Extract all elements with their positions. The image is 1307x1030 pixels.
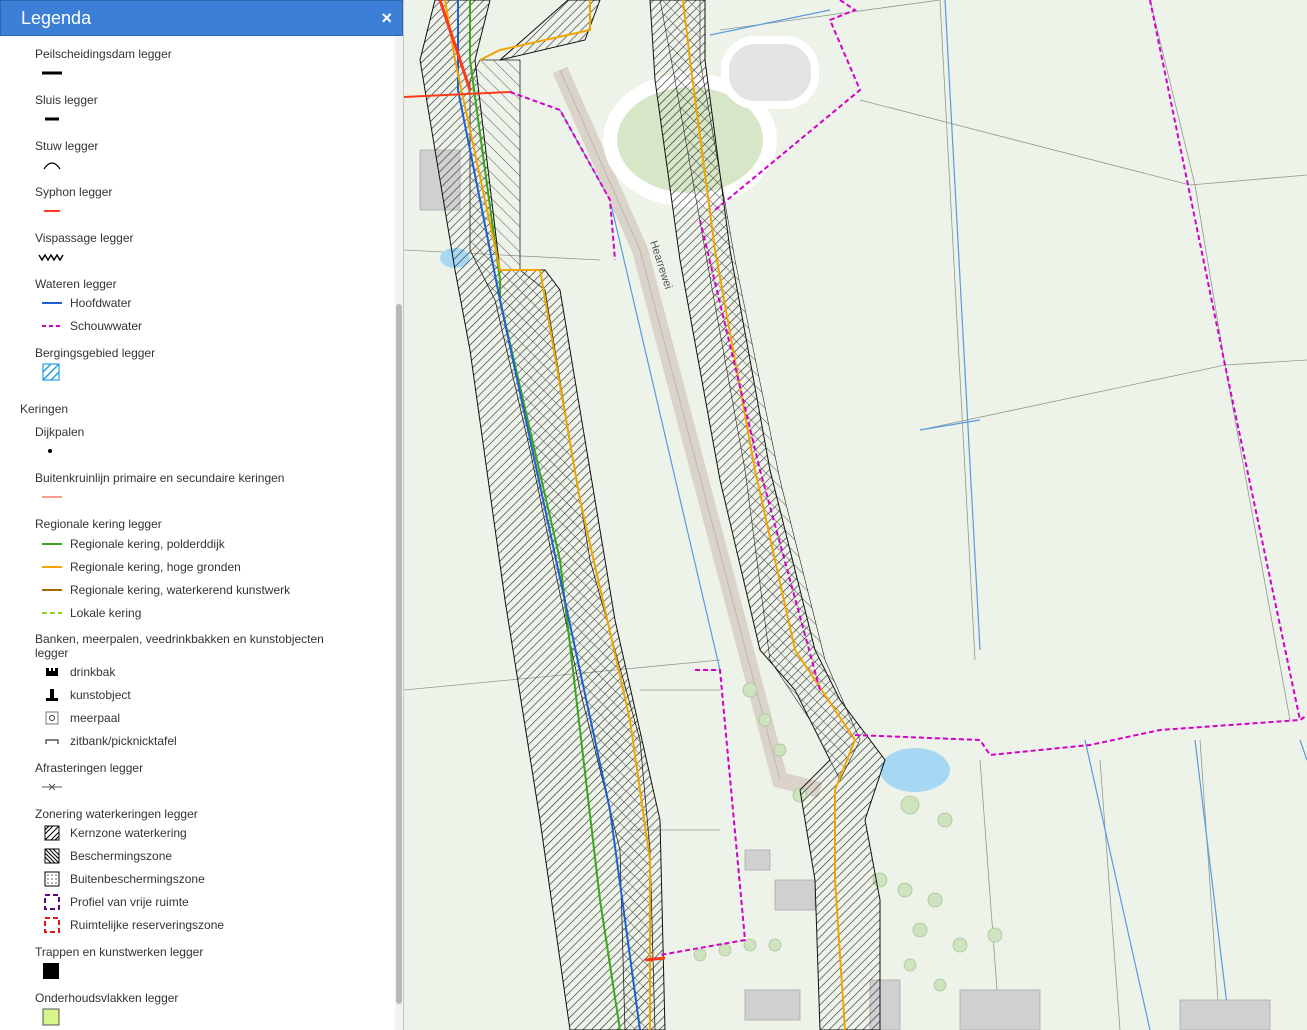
orange-line-icon <box>42 566 62 568</box>
drinkbak-icon <box>46 668 58 676</box>
layer-syphon: Syphon legger <box>35 185 113 199</box>
blue-line-icon <box>42 302 62 304</box>
layer-zonering: Zonering waterkeringen legger <box>35 807 198 821</box>
legend-item-label: Regionale kering, hoge gronden <box>70 560 241 574</box>
hatch-back-icon <box>44 848 60 864</box>
syphon-symbol-icon <box>44 210 60 212</box>
legend-item-meerpaal: meerpaal <box>42 709 120 727</box>
legend-item-schouwwater: Schouwwater <box>42 317 142 335</box>
legend-item-label: Kernzone waterkering <box>70 826 187 840</box>
berging-hatch-icon <box>42 363 60 381</box>
layer-peilscheidingsdam: Peilscheidingsdam legger <box>35 47 172 61</box>
legend-item-label: meerpaal <box>70 711 121 725</box>
layer-dijkpalen: Dijkpalen <box>35 425 85 439</box>
purple-dashed-square-icon <box>44 894 60 910</box>
legend-item-polderdijk: Regionale kering, polderddijk <box>42 535 225 553</box>
legend-panel: Legenda × Peilscheidingsdam legger Sluis… <box>0 0 404 1030</box>
legend-item-lokale-kering: Lokale kering <box>42 604 141 622</box>
legend-item-waterkerend-kunstwerk: Regionale kering, waterkerend kunstwerk <box>42 581 290 599</box>
close-button[interactable]: × <box>381 9 392 27</box>
layer-stuw: Stuw legger <box>35 139 99 153</box>
legend-title: Legenda <box>21 7 92 28</box>
layer-afrasteringen: Afrasteringen legger <box>35 761 144 775</box>
legend-item-hoofdwater: Hoofdwater <box>42 294 131 312</box>
red-thin-line-icon <box>42 496 62 498</box>
fence-icon <box>42 783 62 791</box>
legend-item-kunstobject: kunstobject <box>42 686 131 704</box>
legend-item-label: Lokale kering <box>70 606 142 620</box>
legend-body[interactable]: Peilscheidingsdam legger Sluis legger St… <box>0 36 396 1030</box>
legend-item-label: Regionale kering, polderddijk <box>70 537 225 551</box>
legend-item-label: Ruimtelijke reserveringszone <box>70 918 225 932</box>
legend-item-label: kunstobject <box>70 688 131 702</box>
sluis-symbol-icon <box>45 117 59 121</box>
legend-item-label: Beschermingszone <box>70 849 173 863</box>
layer-banken: Banken, meerpalen, veedrinkbakken en kun… <box>35 632 324 660</box>
legend-item-label: zitbank/picknicktafel <box>70 734 177 748</box>
layer-buitenkruinlijn: Buitenkruinlijn primaire en secundaire k… <box>35 471 285 485</box>
legend-item-label: Profiel van vrije ruimte <box>70 895 189 909</box>
legend-item-zitbank: zitbank/picknicktafel <box>42 732 177 750</box>
legend-item-label: Buitenbeschermingszone <box>70 872 205 886</box>
lime-dashed-line-icon <box>42 612 62 614</box>
dot-icon <box>48 449 52 453</box>
layer-vispassage: Vispassage legger <box>35 231 134 245</box>
legend-item-beschermingszone: Beschermingszone <box>42 847 172 865</box>
legend-item-label: Schouwwater <box>70 319 143 333</box>
legend-scrollbar[interactable] <box>395 36 403 1030</box>
dotted-square-icon <box>44 871 60 887</box>
lime-square-icon <box>42 1008 60 1026</box>
legend-header: Legenda × <box>0 0 403 36</box>
group-keringen: Keringen <box>20 402 69 416</box>
meerpaal-icon <box>45 711 59 725</box>
legend-item-label: drinkbak <box>70 665 116 679</box>
red-dashed-square-icon <box>44 917 60 933</box>
layer-sluis: Sluis legger <box>35 93 98 107</box>
black-square-icon <box>43 963 59 979</box>
legend-item-kernzone: Kernzone waterkering <box>42 824 187 842</box>
legend-item-profiel: Profiel van vrije ruimte <box>42 893 189 911</box>
legend-item-label: Hoofdwater <box>70 296 132 310</box>
layer-wateren: Wateren legger <box>35 277 117 291</box>
green-line-icon <box>42 543 62 545</box>
layer-regionale-kering: Regionale kering legger <box>35 517 162 531</box>
layer-bergingsgebied: Bergingsgebied legger <box>35 346 156 360</box>
legend-item-drinkbak: drinkbak <box>42 663 115 681</box>
layer-onderhoud: Onderhoudsvlakken legger <box>35 991 179 1005</box>
layer-trappen: Trappen en kunstwerken legger <box>35 945 204 959</box>
scrollbar-thumb[interactable] <box>396 304 402 1004</box>
legend-item-ruimtelijke: Ruimtelijke reserveringszone <box>42 916 224 934</box>
dam-symbol-icon <box>42 71 62 75</box>
legend-item-hoge-gronden: Regionale kering, hoge gronden <box>42 558 241 576</box>
kunstobject-icon <box>46 689 58 701</box>
zitbank-icon <box>45 739 59 744</box>
brown-line-icon <box>42 589 62 591</box>
stuw-symbol-icon <box>43 162 61 170</box>
vispassage-zigzag-icon <box>38 253 64 262</box>
hatch-forward-icon <box>44 825 60 841</box>
legend-item-label: Regionale kering, waterkerend kunstwerk <box>70 583 291 597</box>
magenta-dashed-line-icon <box>42 325 62 327</box>
legend-item-buitenbeschermingszone: Buitenbeschermingszone <box>42 870 205 888</box>
